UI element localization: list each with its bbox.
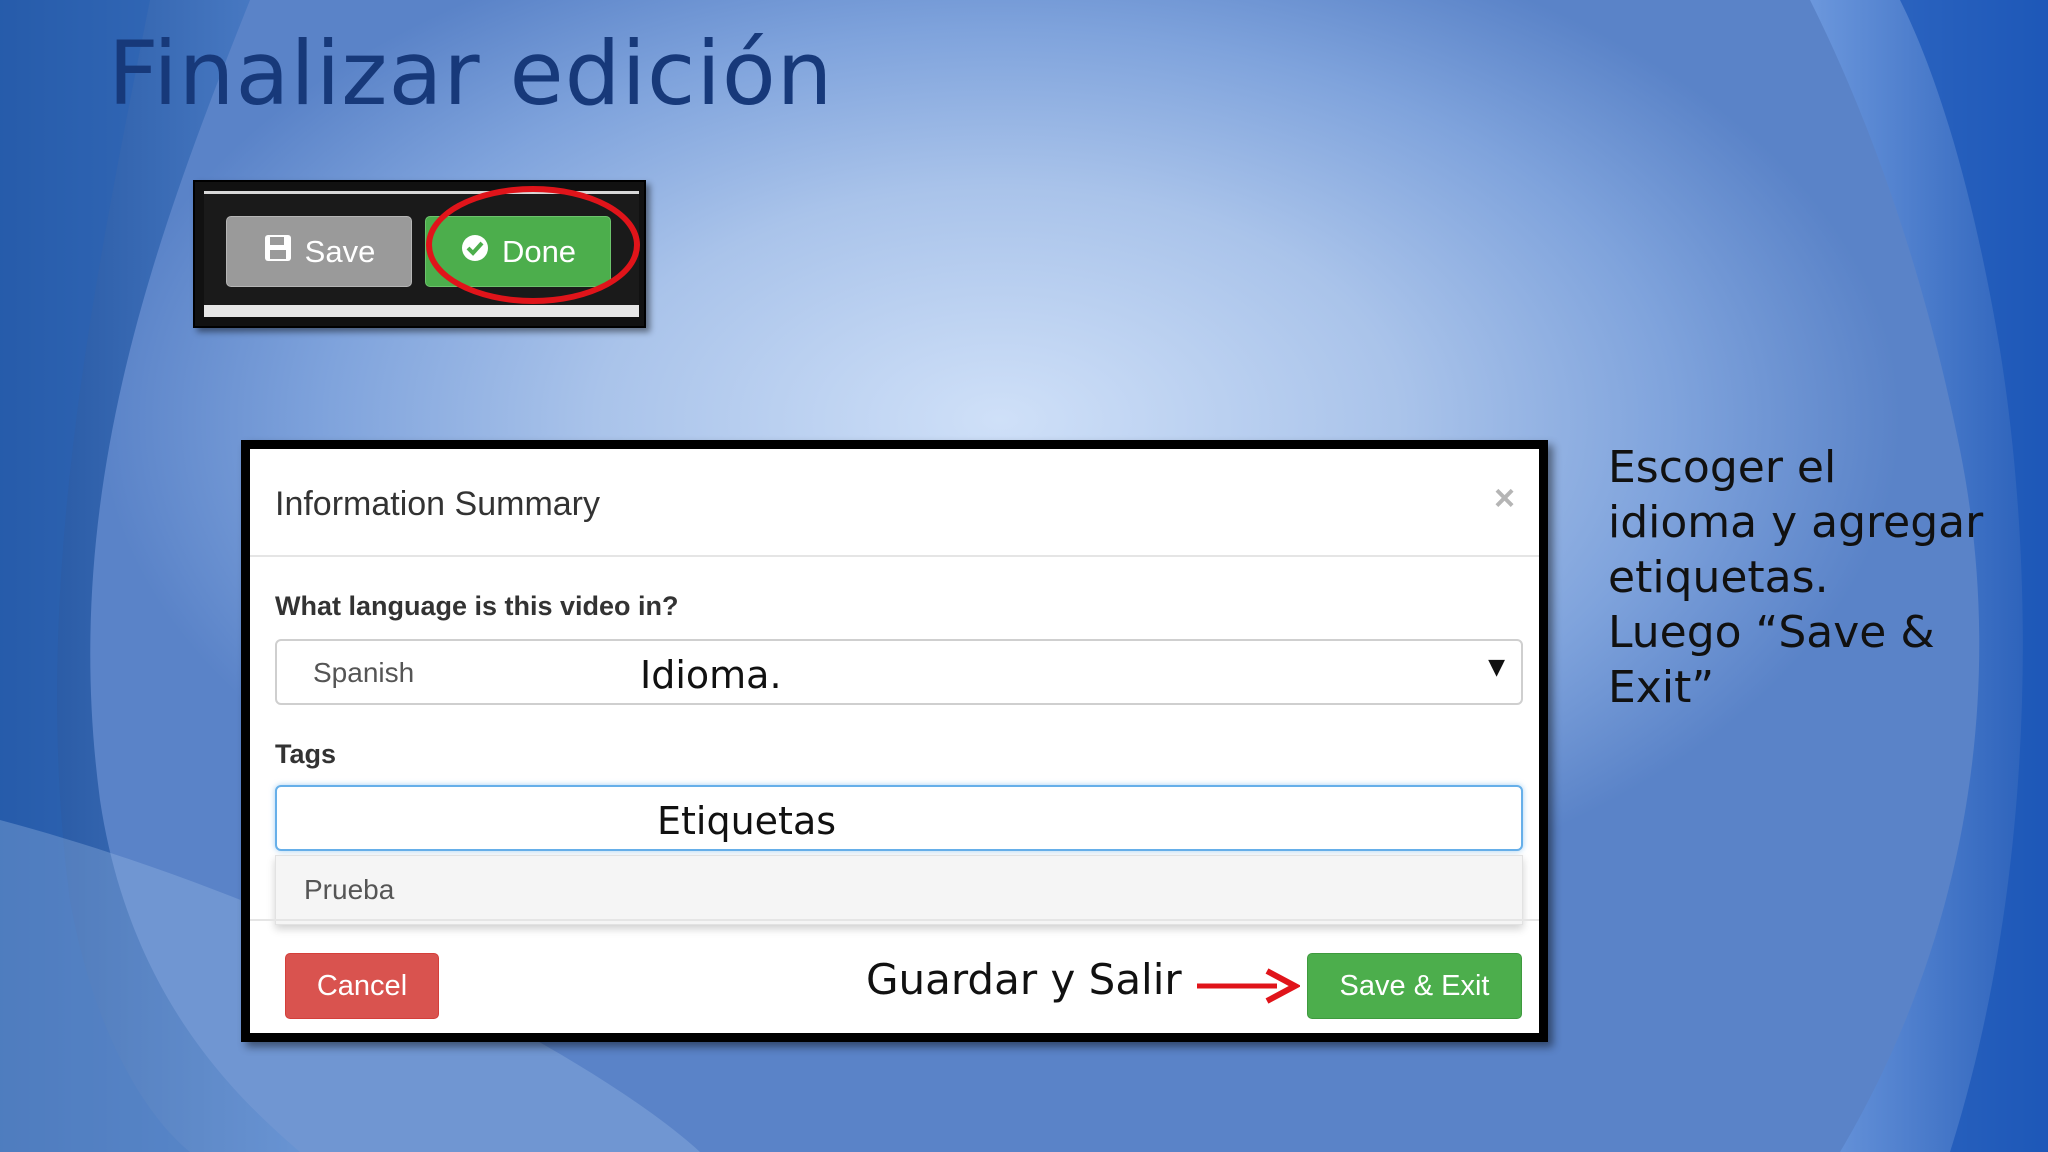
close-icon[interactable]: × [1494, 477, 1515, 519]
language-select[interactable]: Spanish ▼ [275, 639, 1523, 705]
instruction-line: Luego “Save & [1608, 607, 1935, 658]
tags-label: Tags [275, 739, 337, 769]
tag-suggestion-item[interactable]: Prueba [275, 855, 1523, 925]
done-highlight-circle [426, 186, 640, 304]
language-selected-value: Spanish [313, 657, 415, 688]
modal-footer-divider [250, 919, 1539, 921]
slide-title: Finalizar edición [108, 22, 834, 125]
instruction-line: Escoger el [1608, 442, 1837, 493]
information-summary-modal: Information Summary × What language is t… [250, 449, 1539, 1033]
tags-overlay-annotation: Etiquetas [657, 799, 837, 843]
language-overlay-annotation: Idioma. [640, 653, 782, 697]
right-arrow-icon [1197, 968, 1300, 1004]
instruction-line: Exit” [1608, 662, 1715, 713]
tag-suggestion-text: Prueba [304, 874, 395, 905]
language-label: What language is this video in? [275, 591, 679, 621]
modal-screenshot: Information Summary × What language is t… [241, 440, 1548, 1042]
save-and-exit-button[interactable]: Save & Exit [1307, 953, 1522, 1019]
instruction-note: Escoger el idioma y agregar etiquetas. L… [1608, 440, 2028, 715]
save-exit-overlay-annotation: Guardar y Salir [866, 955, 1182, 1004]
instruction-line: idioma y agregar [1608, 497, 1984, 548]
modal-title: Information Summary [275, 485, 600, 523]
caret-down-icon: ▼ [1488, 655, 1505, 680]
save-button[interactable]: Save [226, 216, 412, 287]
save-button-label: Save [304, 233, 376, 269]
tags-input[interactable] [275, 785, 1523, 851]
floppy-disk-icon [263, 233, 293, 271]
cancel-button[interactable]: Cancel [285, 953, 439, 1019]
instruction-line: etiquetas. [1608, 552, 1829, 603]
modal-header: Information Summary × [250, 449, 1539, 557]
